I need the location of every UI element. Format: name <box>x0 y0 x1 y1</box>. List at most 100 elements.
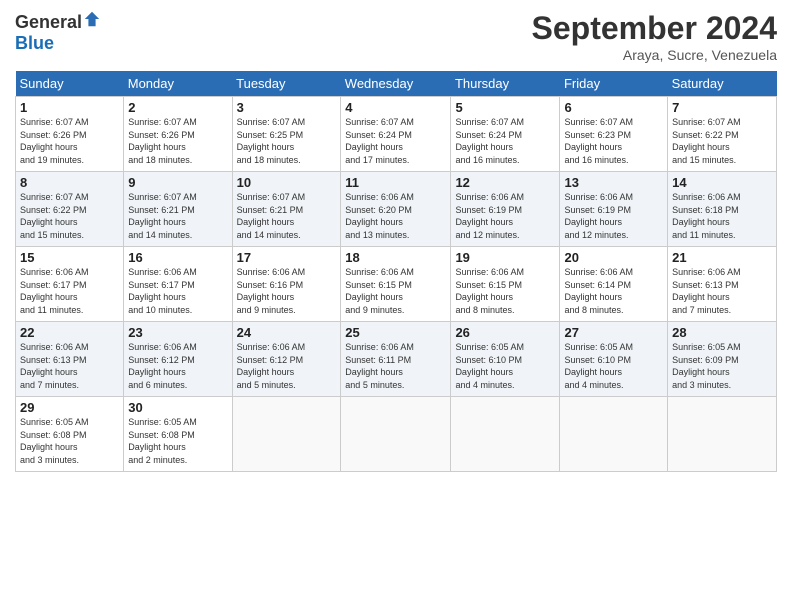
calendar-cell: 24Sunrise: 6:06 AMSunset: 6:12 PMDayligh… <box>232 322 341 397</box>
calendar-cell: 14Sunrise: 6:06 AMSunset: 6:18 PMDayligh… <box>668 172 777 247</box>
calendar-cell <box>560 397 668 472</box>
calendar-cell <box>451 397 560 472</box>
day-info: Sunrise: 6:06 AMSunset: 6:17 PMDaylight … <box>128 266 227 316</box>
day-number: 24 <box>237 325 337 340</box>
day-info: Sunrise: 6:07 AMSunset: 6:26 PMDaylight … <box>128 116 227 166</box>
calendar-cell: 18Sunrise: 6:06 AMSunset: 6:15 PMDayligh… <box>341 247 451 322</box>
day-number: 2 <box>128 100 227 115</box>
header: General Blue September 2024 Araya, Sucre… <box>15 10 777 63</box>
day-info: Sunrise: 6:06 AMSunset: 6:16 PMDaylight … <box>237 266 337 316</box>
day-info: Sunrise: 6:06 AMSunset: 6:18 PMDaylight … <box>672 191 772 241</box>
day-info: Sunrise: 6:06 AMSunset: 6:17 PMDaylight … <box>20 266 119 316</box>
day-info: Sunrise: 6:05 AMSunset: 6:10 PMDaylight … <box>455 341 555 391</box>
weekday-monday: Monday <box>124 71 232 97</box>
day-info: Sunrise: 6:06 AMSunset: 6:19 PMDaylight … <box>455 191 555 241</box>
day-number: 14 <box>672 175 772 190</box>
weekday-tuesday: Tuesday <box>232 71 341 97</box>
day-number: 1 <box>20 100 119 115</box>
calendar-cell <box>341 397 451 472</box>
day-number: 18 <box>345 250 446 265</box>
calendar-cell: 28Sunrise: 6:05 AMSunset: 6:09 PMDayligh… <box>668 322 777 397</box>
day-number: 19 <box>455 250 555 265</box>
weekday-header-row: Sunday Monday Tuesday Wednesday Thursday… <box>16 71 777 97</box>
day-number: 5 <box>455 100 555 115</box>
day-number: 16 <box>128 250 227 265</box>
calendar-cell: 25Sunrise: 6:06 AMSunset: 6:11 PMDayligh… <box>341 322 451 397</box>
calendar-cell: 4Sunrise: 6:07 AMSunset: 6:24 PMDaylight… <box>341 97 451 172</box>
calendar-cell: 3Sunrise: 6:07 AMSunset: 6:25 PMDaylight… <box>232 97 341 172</box>
calendar-cell: 2Sunrise: 6:07 AMSunset: 6:26 PMDaylight… <box>124 97 232 172</box>
day-info: Sunrise: 6:05 AMSunset: 6:08 PMDaylight … <box>128 416 227 466</box>
calendar-cell <box>668 397 777 472</box>
calendar-cell: 16Sunrise: 6:06 AMSunset: 6:17 PMDayligh… <box>124 247 232 322</box>
day-number: 25 <box>345 325 446 340</box>
calendar-week-row: 8Sunrise: 6:07 AMSunset: 6:22 PMDaylight… <box>16 172 777 247</box>
day-number: 10 <box>237 175 337 190</box>
calendar-cell: 30Sunrise: 6:05 AMSunset: 6:08 PMDayligh… <box>124 397 232 472</box>
calendar-cell: 21Sunrise: 6:06 AMSunset: 6:13 PMDayligh… <box>668 247 777 322</box>
day-number: 3 <box>237 100 337 115</box>
day-info: Sunrise: 6:05 AMSunset: 6:10 PMDaylight … <box>564 341 663 391</box>
calendar-cell: 5Sunrise: 6:07 AMSunset: 6:24 PMDaylight… <box>451 97 560 172</box>
calendar-cell: 8Sunrise: 6:07 AMSunset: 6:22 PMDaylight… <box>16 172 124 247</box>
day-number: 26 <box>455 325 555 340</box>
calendar-cell: 27Sunrise: 6:05 AMSunset: 6:10 PMDayligh… <box>560 322 668 397</box>
calendar-cell: 13Sunrise: 6:06 AMSunset: 6:19 PMDayligh… <box>560 172 668 247</box>
day-info: Sunrise: 6:07 AMSunset: 6:21 PMDaylight … <box>128 191 227 241</box>
calendar-week-row: 22Sunrise: 6:06 AMSunset: 6:13 PMDayligh… <box>16 322 777 397</box>
day-number: 23 <box>128 325 227 340</box>
day-number: 13 <box>564 175 663 190</box>
day-number: 29 <box>20 400 119 415</box>
day-info: Sunrise: 6:06 AMSunset: 6:12 PMDaylight … <box>128 341 227 391</box>
day-info: Sunrise: 6:06 AMSunset: 6:13 PMDaylight … <box>672 266 772 316</box>
day-info: Sunrise: 6:07 AMSunset: 6:25 PMDaylight … <box>237 116 337 166</box>
calendar-cell: 10Sunrise: 6:07 AMSunset: 6:21 PMDayligh… <box>232 172 341 247</box>
day-info: Sunrise: 6:07 AMSunset: 6:22 PMDaylight … <box>20 191 119 241</box>
calendar-cell: 22Sunrise: 6:06 AMSunset: 6:13 PMDayligh… <box>16 322 124 397</box>
calendar-cell: 29Sunrise: 6:05 AMSunset: 6:08 PMDayligh… <box>16 397 124 472</box>
weekday-thursday: Thursday <box>451 71 560 97</box>
day-info: Sunrise: 6:07 AMSunset: 6:22 PMDaylight … <box>672 116 772 166</box>
day-info: Sunrise: 6:07 AMSunset: 6:24 PMDaylight … <box>455 116 555 166</box>
calendar-cell: 17Sunrise: 6:06 AMSunset: 6:16 PMDayligh… <box>232 247 341 322</box>
weekday-saturday: Saturday <box>668 71 777 97</box>
calendar-cell: 23Sunrise: 6:06 AMSunset: 6:12 PMDayligh… <box>124 322 232 397</box>
day-info: Sunrise: 6:05 AMSunset: 6:08 PMDaylight … <box>20 416 119 466</box>
day-info: Sunrise: 6:06 AMSunset: 6:13 PMDaylight … <box>20 341 119 391</box>
day-info: Sunrise: 6:06 AMSunset: 6:19 PMDaylight … <box>564 191 663 241</box>
day-info: Sunrise: 6:06 AMSunset: 6:15 PMDaylight … <box>455 266 555 316</box>
logo-general: General <box>15 12 82 32</box>
day-number: 4 <box>345 100 446 115</box>
calendar-cell: 26Sunrise: 6:05 AMSunset: 6:10 PMDayligh… <box>451 322 560 397</box>
calendar-week-row: 1Sunrise: 6:07 AMSunset: 6:26 PMDaylight… <box>16 97 777 172</box>
day-info: Sunrise: 6:06 AMSunset: 6:20 PMDaylight … <box>345 191 446 241</box>
day-number: 9 <box>128 175 227 190</box>
day-info: Sunrise: 6:07 AMSunset: 6:26 PMDaylight … <box>20 116 119 166</box>
calendar-cell: 11Sunrise: 6:06 AMSunset: 6:20 PMDayligh… <box>341 172 451 247</box>
day-info: Sunrise: 6:06 AMSunset: 6:14 PMDaylight … <box>564 266 663 316</box>
calendar-cell: 1Sunrise: 6:07 AMSunset: 6:26 PMDaylight… <box>16 97 124 172</box>
month-title: September 2024 <box>532 10 777 47</box>
calendar-cell: 9Sunrise: 6:07 AMSunset: 6:21 PMDaylight… <box>124 172 232 247</box>
day-number: 8 <box>20 175 119 190</box>
day-info: Sunrise: 6:05 AMSunset: 6:09 PMDaylight … <box>672 341 772 391</box>
logo: General Blue <box>15 10 101 54</box>
calendar-cell: 15Sunrise: 6:06 AMSunset: 6:17 PMDayligh… <box>16 247 124 322</box>
page: General Blue September 2024 Araya, Sucre… <box>0 0 792 482</box>
title-block: September 2024 Araya, Sucre, Venezuela <box>532 10 777 63</box>
day-info: Sunrise: 6:07 AMSunset: 6:21 PMDaylight … <box>237 191 337 241</box>
day-number: 28 <box>672 325 772 340</box>
day-info: Sunrise: 6:07 AMSunset: 6:23 PMDaylight … <box>564 116 663 166</box>
calendar-cell: 7Sunrise: 6:07 AMSunset: 6:22 PMDaylight… <box>668 97 777 172</box>
location: Araya, Sucre, Venezuela <box>532 47 777 63</box>
weekday-wednesday: Wednesday <box>341 71 451 97</box>
weekday-sunday: Sunday <box>16 71 124 97</box>
calendar-week-row: 29Sunrise: 6:05 AMSunset: 6:08 PMDayligh… <box>16 397 777 472</box>
day-info: Sunrise: 6:06 AMSunset: 6:15 PMDaylight … <box>345 266 446 316</box>
logo-icon <box>83 10 101 28</box>
day-number: 11 <box>345 175 446 190</box>
calendar-cell <box>232 397 341 472</box>
day-number: 6 <box>564 100 663 115</box>
calendar-week-row: 15Sunrise: 6:06 AMSunset: 6:17 PMDayligh… <box>16 247 777 322</box>
day-number: 17 <box>237 250 337 265</box>
